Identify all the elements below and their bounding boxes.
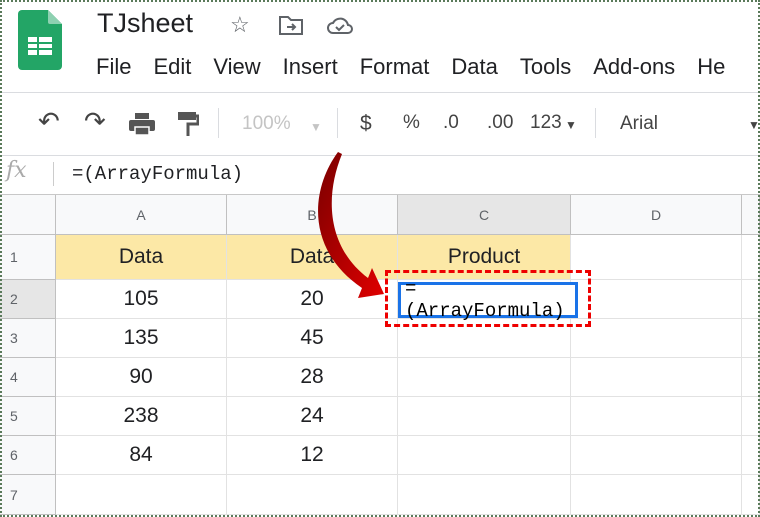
row-header-2[interactable]: 2 — [0, 280, 56, 319]
cell-C7[interactable] — [398, 475, 571, 515]
chevron-down-icon: ▼ — [310, 120, 322, 134]
menu-data[interactable]: Data — [451, 54, 497, 80]
cell-D5[interactable] — [571, 397, 742, 436]
cell-E4[interactable] — [742, 358, 760, 397]
cell-A3[interactable]: 135 — [56, 319, 227, 358]
cell-A6[interactable]: 84 — [56, 436, 227, 475]
cell-B6[interactable]: 12 — [227, 436, 398, 475]
zoom-select[interactable]: 100% — [242, 113, 291, 135]
print-icon[interactable] — [128, 112, 156, 136]
cell-B4[interactable]: 28 — [227, 358, 398, 397]
menu-edit[interactable]: Edit — [153, 54, 191, 80]
cell-E3[interactable] — [742, 319, 760, 358]
cell-D1[interactable] — [571, 235, 742, 280]
cell-A4[interactable]: 90 — [56, 358, 227, 397]
cell-C6[interactable] — [398, 436, 571, 475]
cell-E7[interactable] — [742, 475, 760, 515]
cell-A1[interactable]: Data — [56, 235, 227, 280]
column-header-e[interactable] — [742, 195, 760, 235]
cell-D2[interactable] — [571, 280, 742, 319]
menu-file[interactable]: File — [96, 54, 131, 80]
menu-view[interactable]: View — [213, 54, 260, 80]
cell-B7[interactable] — [227, 475, 398, 515]
font-select[interactable]: Arial — [620, 113, 658, 135]
divider — [218, 108, 219, 138]
chevron-down-icon: ▼ — [748, 118, 760, 132]
number-format-button[interactable]: 123 — [530, 112, 562, 134]
divider — [0, 92, 760, 93]
column-header-d[interactable]: D — [571, 195, 742, 235]
chevron-down-icon: ▼ — [565, 118, 577, 132]
redo-icon[interactable]: ↷ — [84, 106, 106, 137]
row-header-1[interactable]: 1 — [0, 235, 56, 280]
paint-format-icon[interactable] — [177, 111, 199, 137]
menu-tools[interactable]: Tools — [520, 54, 571, 80]
sheets-logo-icon — [18, 10, 62, 70]
row-header-7[interactable]: 7 — [0, 475, 56, 515]
cell-B5[interactable]: 24 — [227, 397, 398, 436]
formula-input[interactable]: =(ArrayFormula) — [72, 163, 243, 185]
move-to-folder-icon[interactable] — [278, 14, 304, 36]
row-header-3[interactable]: 3 — [0, 319, 56, 358]
cell-D4[interactable] — [571, 358, 742, 397]
column-header-a[interactable]: A — [56, 195, 227, 235]
menu-insert[interactable]: Insert — [283, 54, 338, 80]
menu-help[interactable]: He — [697, 54, 725, 80]
column-header-c[interactable]: C — [398, 195, 571, 235]
cell-E1[interactable] — [742, 235, 760, 280]
menu-format[interactable]: Format — [360, 54, 430, 80]
cell-C4[interactable] — [398, 358, 571, 397]
cell-A2[interactable]: 105 — [56, 280, 227, 319]
cell-E6[interactable] — [742, 436, 760, 475]
highlight-annotation — [385, 270, 591, 327]
undo-icon[interactable]: ↶ — [38, 106, 60, 137]
divider — [53, 162, 54, 186]
star-icon[interactable]: ☆ — [230, 12, 250, 38]
row-header-4[interactable]: 4 — [0, 358, 56, 397]
cell-B3[interactable]: 45 — [227, 319, 398, 358]
menu-addons[interactable]: Add-ons — [593, 54, 675, 80]
cloud-saved-icon[interactable] — [326, 15, 354, 35]
cell-C5[interactable] — [398, 397, 571, 436]
cell-A7[interactable] — [56, 475, 227, 515]
percent-button[interactable]: % — [403, 112, 420, 134]
cell-E2[interactable] — [742, 280, 760, 319]
currency-button[interactable]: $ — [360, 112, 372, 136]
divider — [337, 108, 338, 138]
cell-D6[interactable] — [571, 436, 742, 475]
row-header-5[interactable]: 5 — [0, 397, 56, 436]
menu-bar: File Edit View Insert Format Data Tools … — [96, 54, 747, 80]
cell-A5[interactable]: 238 — [56, 397, 227, 436]
row-header-6[interactable]: 6 — [0, 436, 56, 475]
decrease-decimal-button[interactable]: .0 — [443, 112, 459, 134]
fx-icon: fx — [6, 158, 27, 183]
document-title[interactable]: TJsheet — [97, 8, 193, 39]
arrow-annotation — [318, 152, 384, 298]
select-all-corner[interactable] — [0, 195, 56, 235]
divider — [595, 108, 596, 138]
cell-E5[interactable] — [742, 397, 760, 436]
increase-decimal-button[interactable]: .00 — [487, 112, 513, 134]
cell-D7[interactable] — [571, 475, 742, 515]
cell-D3[interactable] — [571, 319, 742, 358]
